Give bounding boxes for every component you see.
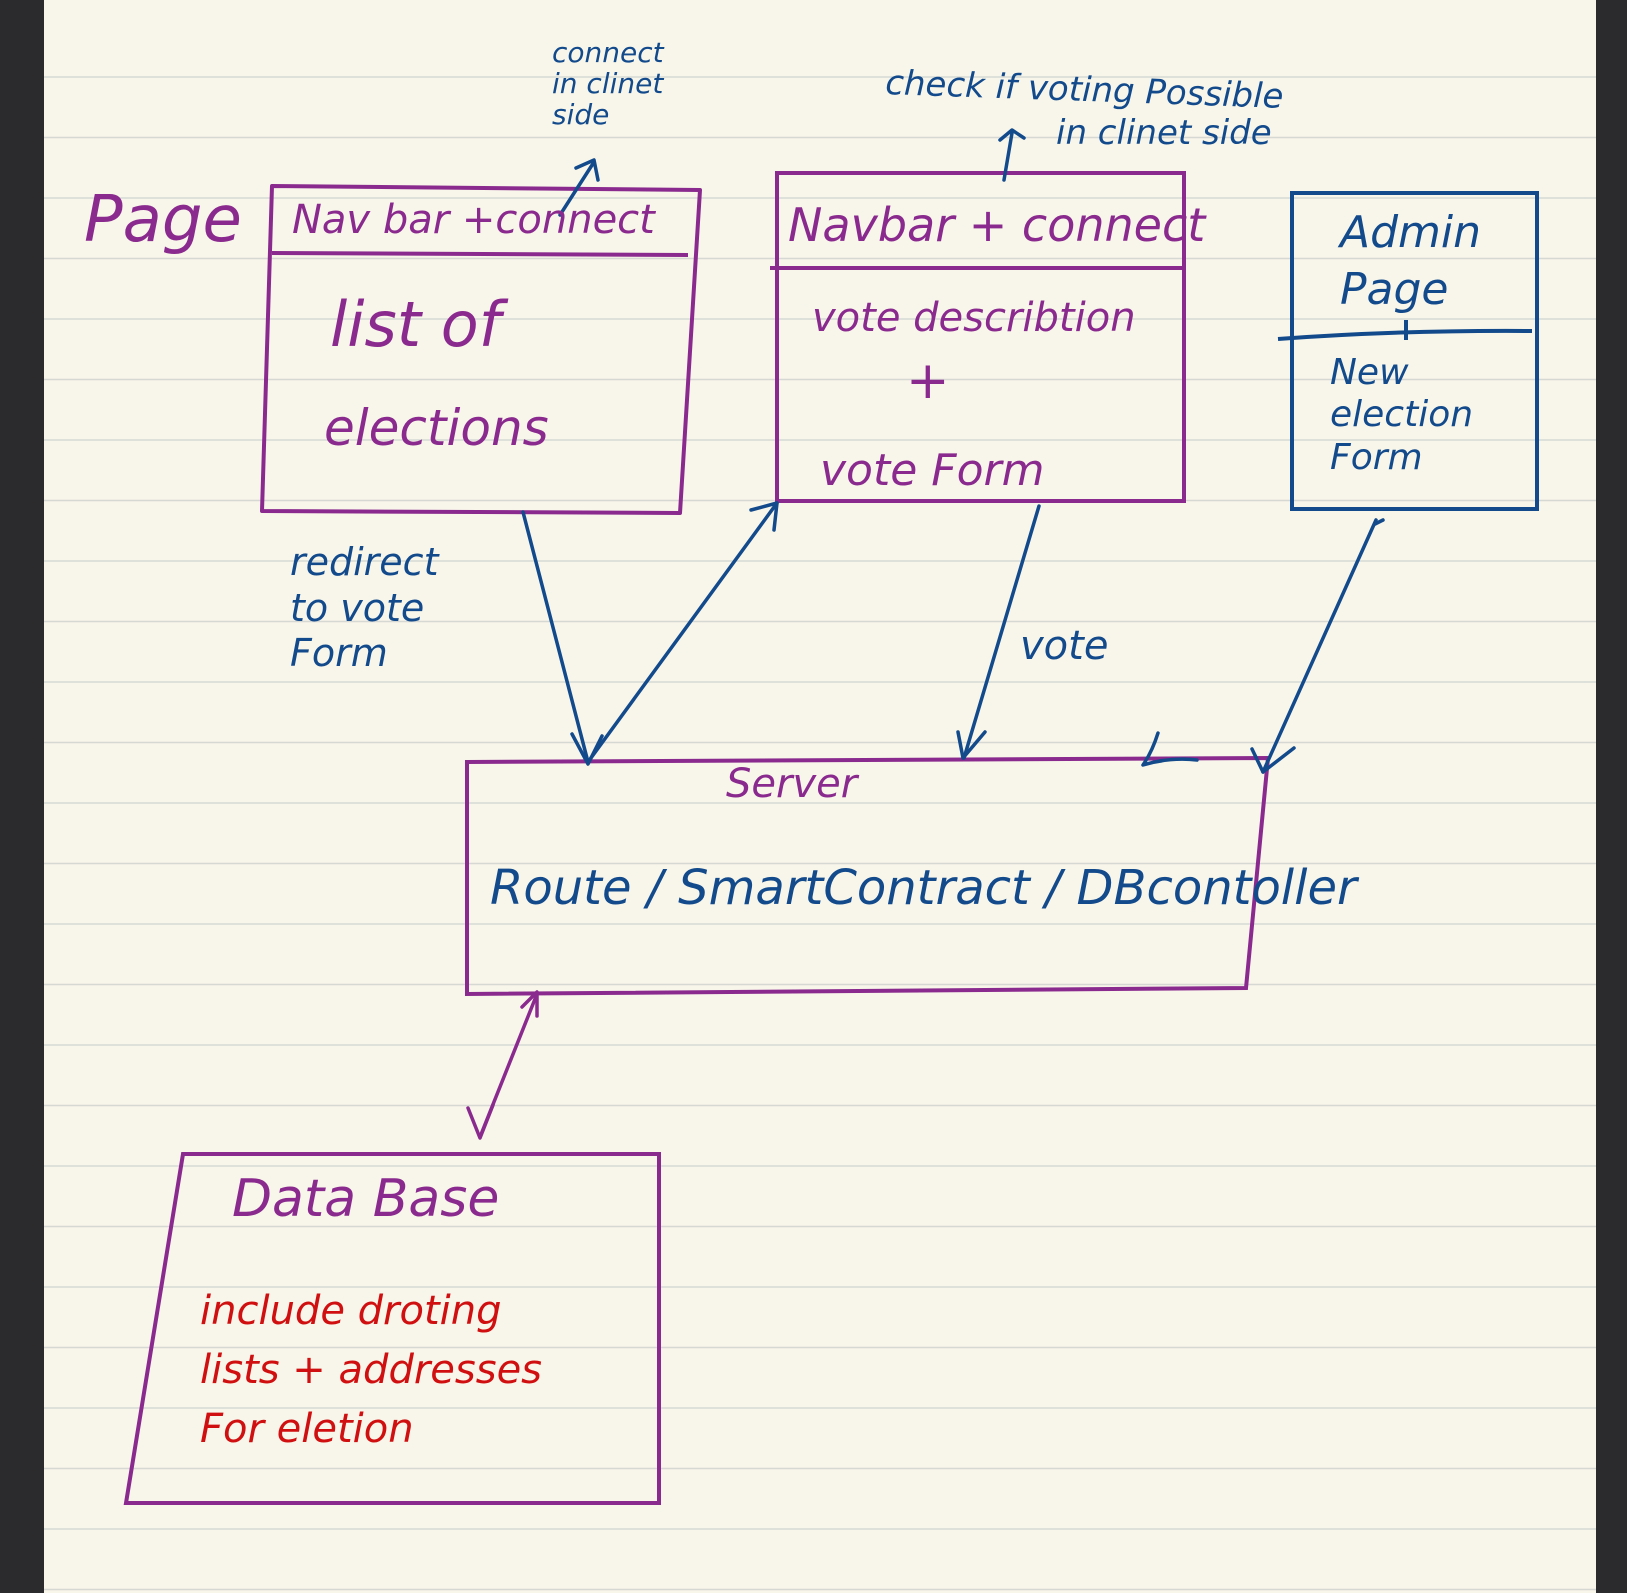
- page-label: Page: [84, 183, 242, 257]
- vote-header-text: Navbar + connect: [788, 198, 1206, 252]
- check-voting-side-note: in clinet side: [1056, 113, 1272, 153]
- vote-body-line2: +: [906, 351, 950, 411]
- vote-body-line3: vote Form: [820, 445, 1045, 496]
- server-title: Server: [726, 761, 858, 807]
- elections-body-line1: list of: [330, 288, 501, 361]
- elections-header-divider: [271, 251, 689, 257]
- admin-body: New election Form: [1330, 352, 1474, 478]
- elections-header-text: Nav bar +connect: [292, 197, 655, 243]
- admin-title: Admin Page: [1340, 207, 1482, 316]
- database-title: Data Base: [232, 1169, 500, 1229]
- elections-body-line2: elections: [324, 399, 549, 457]
- whiteboard-canvas: Page connect in clinet side check if vot…: [0, 0, 1627, 1593]
- redirect-note: redirect to vote Form: [290, 540, 439, 676]
- vote-arrow-label: vote: [1020, 623, 1109, 669]
- vote-body-line1: vote describtion: [812, 295, 1136, 341]
- server-body: Route / SmartContract / DBcontoller: [490, 860, 1357, 916]
- connect-note: connect in clinet side: [552, 36, 664, 131]
- database-body: include droting lists + addresses For el…: [200, 1288, 543, 1453]
